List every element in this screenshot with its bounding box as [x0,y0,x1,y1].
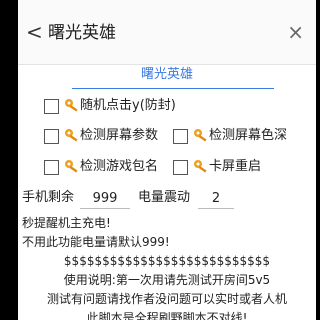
battery-settings-row: 手机剩余 电量震动 [18,188,316,212]
note-line: 不用此功能电量请默认999! [22,235,170,249]
note-line: $$$$$$$$$$$$$$$$$$$$$$$$$$$ [63,254,271,268]
option-label-random-click: 随机点击y(防封) [80,98,176,113]
key-icon [65,99,78,112]
key-icon [65,160,78,173]
battery-vibrate-input[interactable] [198,188,234,209]
checkbox-freeze-restart[interactable] [173,160,188,175]
option-label-screen-params: 检测屏幕参数 [80,128,159,143]
note-line: 此脚本是全程刷野脚本不对线! [86,311,248,320]
tab-main[interactable]: 曙光英雄 [18,64,316,90]
note-line: 秒提醒机主充电! [22,216,111,230]
battery-vibrate-label: 电量震动 [138,190,191,205]
checkbox-package-name[interactable] [44,160,59,175]
instructions-text: 秒提醒机主充电! 不用此功能电量请默认999! $$$$$$$$$$$$$$$$… [18,214,316,320]
close-icon[interactable]: × [287,20,304,44]
option-label-freeze-restart: 卡屏重启 [209,159,262,174]
option-label-package-name: 检测游戏包名 [80,159,159,174]
battery-remaining-label: 手机剩余 [22,190,75,205]
option-row-3: 检测游戏包名 卡屏重启 [18,157,316,181]
checkbox-random-click[interactable] [44,99,59,114]
note-line: 使用说明:第一次用请先测试开房间5v5 [63,273,271,287]
note-line: 测试有问题请找作者没问题可以实时或者人机 [46,292,287,306]
key-icon [194,129,207,142]
key-icon [194,160,207,173]
checkbox-color-depth[interactable] [173,129,188,144]
tab-indicator [72,88,274,89]
checkbox-screen-params[interactable] [44,129,59,144]
option-row-2: 检测屏幕参数 检测屏幕色深 [18,126,316,150]
option-row-1: 随机点击y(防封) [18,96,316,120]
key-icon [65,129,78,142]
battery-remaining-input[interactable] [80,188,130,209]
option-label-color-depth: 检测屏幕色深 [209,128,288,143]
page-title: 曙光英雄 [48,23,116,43]
title-bar: < 曙光英雄 × [18,0,316,65]
script-settings-panel: < 曙光英雄 × 曙光英雄 随机点击y(防封) 检测屏幕参数 检测屏幕色深 检测… [18,0,316,320]
back-icon[interactable]: < [26,20,43,44]
